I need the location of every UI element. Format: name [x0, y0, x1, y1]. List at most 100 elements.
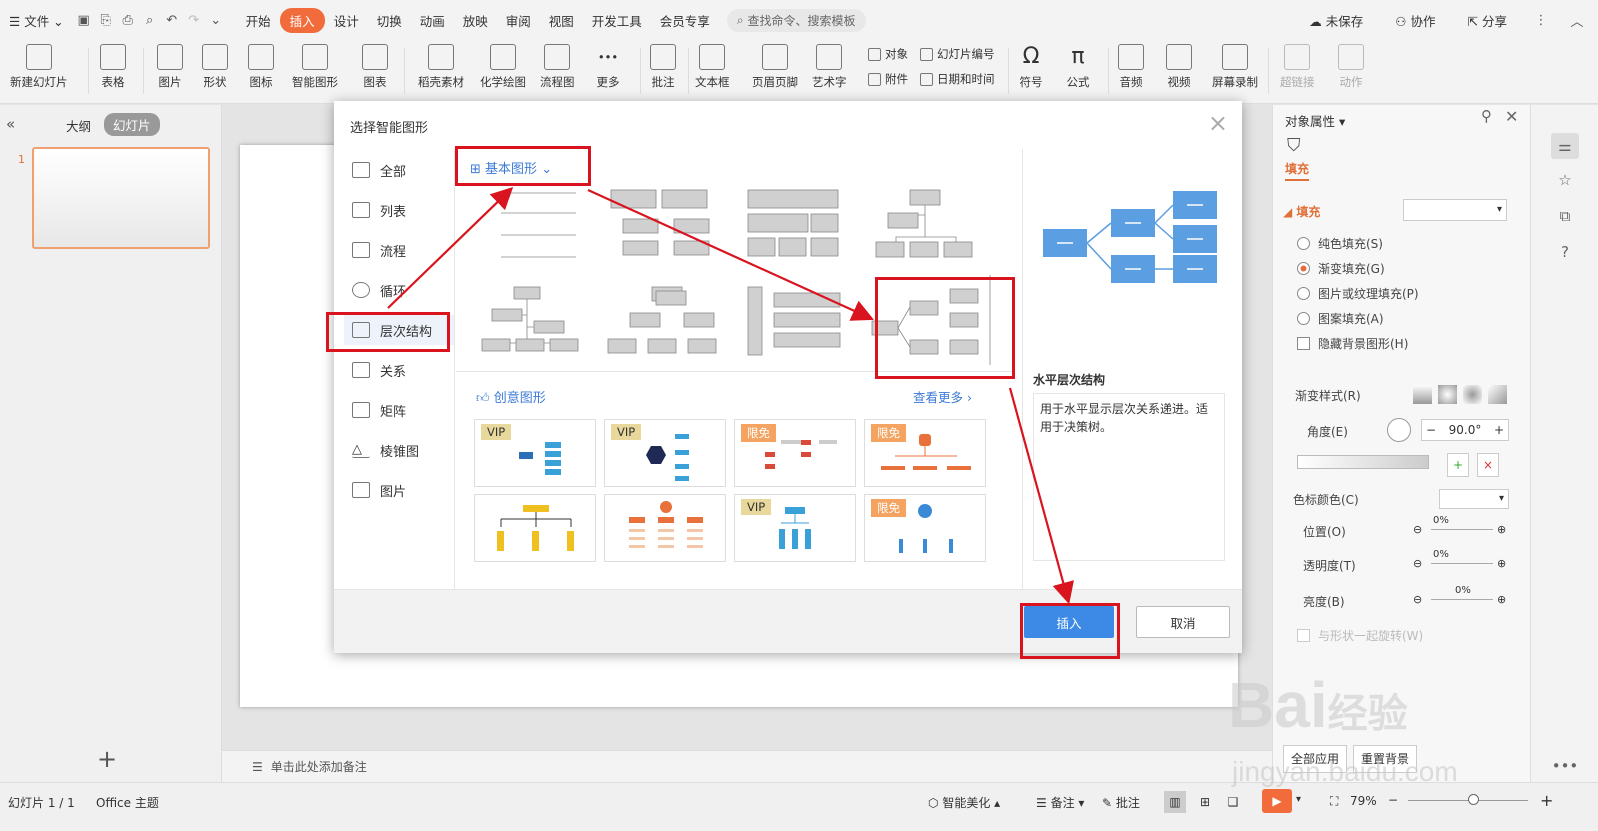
tab-review[interactable]: 审阅	[497, 11, 540, 30]
category-all[interactable]: 全部	[344, 155, 454, 185]
gradient-swatch-path[interactable]	[1488, 385, 1507, 404]
icon-button[interactable]: 图标	[248, 44, 274, 90]
template-basic-3[interactable]	[747, 189, 839, 257]
creative-template-1[interactable]: VIP	[474, 419, 596, 487]
category-process[interactable]: 流程	[344, 235, 454, 265]
fill-section[interactable]: ◢ 填充	[1283, 203, 1320, 220]
brightness-plus[interactable]: ⊕	[1497, 593, 1506, 606]
collaborate-button[interactable]: ⚇ 协作	[1386, 11, 1444, 30]
tab-design[interactable]: 设计	[325, 11, 368, 30]
formula-button[interactable]: π 公式	[1065, 44, 1091, 90]
normal-view-icon[interactable]: ▥	[1164, 791, 1186, 813]
picture-button[interactable]: 图片	[157, 44, 183, 90]
creative-template-4[interactable]: 限免	[864, 419, 986, 487]
zoom-out-icon[interactable]: −	[1388, 793, 1398, 807]
video-button[interactable]: 视频	[1166, 44, 1192, 90]
smart-art-button[interactable]: 智能图形	[292, 44, 338, 90]
symbol-button[interactable]: Ω 符号	[1018, 44, 1044, 90]
theme-name[interactable]: Office 主题	[96, 794, 159, 811]
tab-view[interactable]: 视图	[540, 11, 583, 30]
help-icon[interactable]: ?	[1551, 239, 1579, 265]
option-picture-fill[interactable]: 图片或纹理填充(P)	[1297, 285, 1419, 302]
creative-template-6[interactable]	[604, 494, 726, 562]
preview-icon[interactable]: ⌕	[139, 9, 161, 31]
creative-template-2[interactable]: VIP	[604, 419, 726, 487]
gradient-swatch-linear[interactable]	[1413, 385, 1432, 404]
angle-stepper[interactable]: −90.0° +	[1421, 419, 1509, 441]
slide-thumbnail[interactable]	[32, 147, 210, 249]
brightness-minus[interactable]: ⊖	[1413, 593, 1422, 606]
gradient-swatch-rect[interactable]	[1463, 385, 1482, 404]
file-menu[interactable]: ☰ 文件 ⌄	[0, 11, 73, 30]
template-basic-7[interactable]	[747, 286, 841, 356]
tab-animation[interactable]: 动画	[411, 11, 454, 30]
template-basic-5[interactable]	[481, 286, 579, 352]
more-icon[interactable]: ⋮	[1530, 9, 1552, 31]
zoom-slider-thumb[interactable]	[1468, 794, 1479, 805]
creative-template-7[interactable]: VIP	[734, 494, 856, 562]
category-matrix[interactable]: 矩阵	[344, 395, 454, 425]
remove-stop-icon[interactable]: ×	[1477, 453, 1499, 477]
play-slideshow-icon[interactable]: ▶	[1262, 789, 1292, 813]
undo-icon[interactable]: ↶	[161, 9, 183, 31]
print-icon[interactable]: ⎙	[117, 9, 139, 31]
header-footer-button[interactable]: 页眉页脚	[752, 44, 798, 90]
category-cycle[interactable]: 循环	[344, 275, 454, 305]
category-relationship[interactable]: 关系	[344, 355, 454, 385]
collapse-ribbon-icon[interactable]: ︿	[1566, 9, 1588, 31]
tab-home[interactable]: 开始	[237, 11, 280, 30]
tab-developer[interactable]: 开发工具	[583, 11, 651, 30]
brightness-slider[interactable]: ⊖ 0% ⊕	[1413, 585, 1509, 607]
chemistry-button[interactable]: 化学绘图	[480, 44, 526, 90]
position-minus[interactable]: ⊖	[1413, 523, 1422, 536]
creative-template-8[interactable]: 限免	[864, 494, 986, 562]
transparency-slider[interactable]: ⊖ 0% ⊕	[1413, 549, 1509, 571]
panel-header[interactable]: 对象属性 ▾	[1285, 111, 1345, 130]
category-pyramid[interactable]: △ 棱锥图	[344, 435, 454, 465]
tab-slideshow[interactable]: 放映	[454, 11, 497, 30]
layout-icon[interactable]: ⧉	[1551, 203, 1579, 229]
notes-toggle[interactable]: ☰ 备注 ▾	[1036, 794, 1084, 811]
new-slide-button[interactable]: 新建幻灯片	[10, 44, 68, 90]
zoom-in-icon[interactable]: +	[1540, 791, 1553, 810]
attachment-button[interactable]: 附件	[868, 71, 908, 87]
pin-icon[interactable]: ⚲	[1481, 107, 1492, 125]
action-button[interactable]: 动作	[1338, 44, 1364, 90]
screen-record-button[interactable]: 屏幕录制	[1212, 44, 1258, 90]
transparency-minus[interactable]: ⊖	[1413, 557, 1422, 570]
flowchart-button[interactable]: 流程图	[540, 44, 575, 90]
fill-color-dropdown[interactable]: ▾	[1403, 199, 1507, 221]
date-time-button[interactable]: 日期和时间	[920, 71, 995, 87]
tab-insert[interactable]: 插入	[279, 7, 325, 33]
template-basic-6[interactable]	[607, 286, 717, 354]
tab-member[interactable]: 会员专享	[651, 11, 719, 30]
star-icon[interactable]: ☆	[1551, 167, 1579, 193]
table-button[interactable]: 表格	[100, 44, 126, 90]
save-icon[interactable]: ▣	[73, 9, 95, 31]
angle-decrement[interactable]: −	[1426, 423, 1436, 437]
tab-slides[interactable]: 幻灯片	[104, 113, 160, 136]
hide-background-checkbox[interactable]: 隐藏背景图形(H)	[1297, 335, 1408, 352]
fill-bucket-icon[interactable]: ⛉	[1287, 135, 1301, 156]
zoom-level[interactable]: 79%	[1350, 794, 1377, 808]
slideshow-dropdown-icon[interactable]: ▾	[1296, 794, 1301, 805]
wordart-button[interactable]: 艺术字	[812, 44, 847, 90]
share-button[interactable]: ⇱ 分享	[1459, 11, 1516, 30]
customize-icon[interactable]: ⌄	[205, 9, 227, 31]
see-more-link[interactable]: 查看更多 ›	[913, 387, 972, 406]
rotate-with-shape-checkbox[interactable]: 与形状一起旋转(W)	[1297, 627, 1423, 644]
tab-transition[interactable]: 切换	[368, 11, 411, 30]
properties-icon[interactable]: ⚌	[1551, 133, 1579, 159]
object-button[interactable]: 对象	[868, 46, 908, 62]
add-stop-icon[interactable]: +	[1447, 453, 1469, 477]
close-panel-icon[interactable]: ✕	[1505, 107, 1518, 126]
fit-window-icon[interactable]: ⛶	[1330, 794, 1338, 809]
category-list-item[interactable]: 列表	[344, 195, 454, 225]
textbox-button[interactable]: 文本框	[695, 44, 730, 90]
audio-button[interactable]: 音频	[1118, 44, 1144, 90]
comments-toggle[interactable]: ✎ 批注	[1102, 794, 1140, 811]
sorter-view-icon[interactable]: ⊞	[1194, 791, 1216, 813]
creative-template-3[interactable]: 限免	[734, 419, 856, 487]
gradient-bar[interactable]	[1297, 455, 1429, 469]
option-solid-fill[interactable]: 纯色填充(S)	[1297, 235, 1383, 252]
